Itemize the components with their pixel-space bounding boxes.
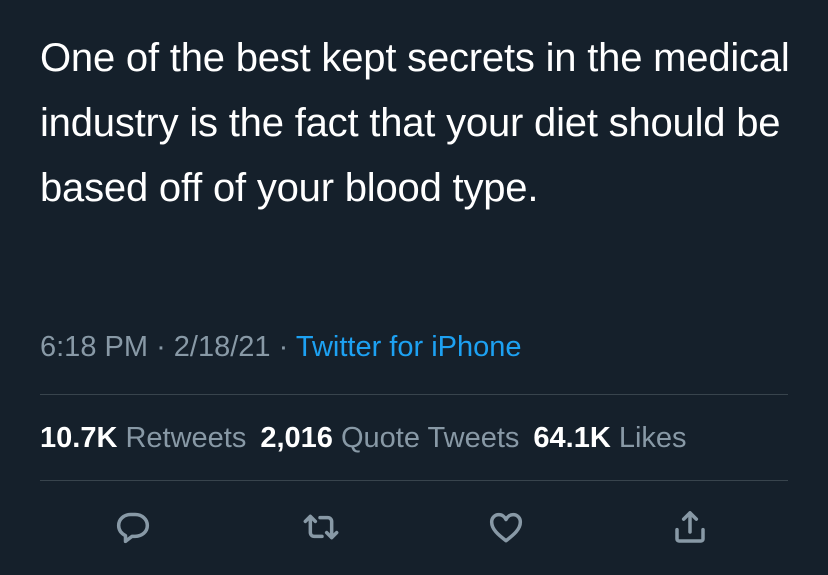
action-bar	[0, 503, 828, 551]
divider	[40, 394, 788, 395]
meta-separator: ·	[278, 331, 289, 363]
meta-separator: ·	[156, 331, 166, 363]
reply-icon	[116, 512, 150, 544]
likes-stat[interactable]: 64.1K Likes	[533, 422, 686, 454]
divider	[40, 480, 788, 481]
retweets-count: 10.7K	[40, 422, 118, 454]
likes-label: Likes	[618, 422, 687, 454]
tweet-detail: One of the best kept secrets in the medi…	[0, 0, 828, 575]
share-icon	[675, 511, 705, 543]
quote-tweets-stat[interactable]: 2,016 Quote Tweets	[260, 422, 519, 454]
share-button[interactable]	[666, 503, 714, 551]
tweet-meta: 6:18 PM · 2/18/21 · Twitter for iPhone	[40, 328, 522, 366]
quote-tweets-count: 2,016	[260, 422, 333, 454]
quote-tweets-label: Quote Tweets	[340, 422, 520, 454]
engagement-stats: 10.7K Retweets 2,016 Quote Tweets 64.1K Li…	[40, 419, 687, 457]
tweet-source-link[interactable]: Twitter for iPhone	[296, 331, 522, 363]
tweet-time[interactable]: 6:18 PM	[40, 331, 148, 363]
like-button[interactable]	[482, 503, 530, 551]
retweet-button[interactable]	[297, 503, 345, 551]
tweet-date[interactable]: 2/18/21	[174, 331, 271, 363]
tweet-text: One of the best kept secrets in the medi…	[40, 36, 790, 210]
heart-icon	[489, 512, 523, 543]
retweets-stat[interactable]: 10.7K Retweets	[40, 422, 246, 454]
retweets-label: Retweets	[125, 422, 247, 454]
likes-count: 64.1K	[533, 422, 611, 454]
reply-button[interactable]	[109, 503, 157, 551]
retweet-icon	[303, 514, 339, 540]
